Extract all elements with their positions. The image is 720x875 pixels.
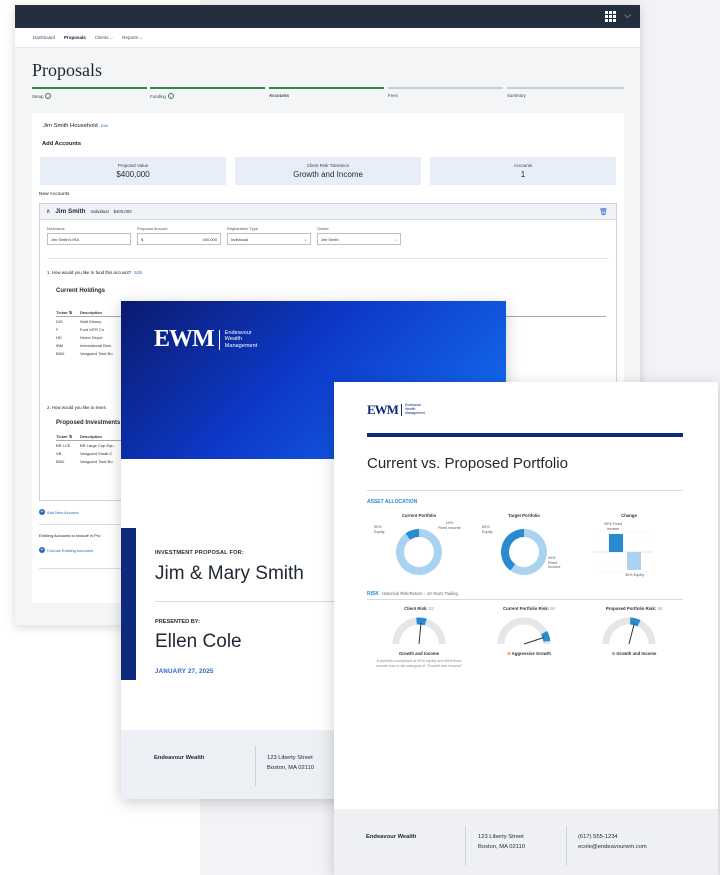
edit-household-link[interactable]: Edit: [101, 123, 108, 128]
risk-tolerance-card: Client Risk Tolerance Growth and Income: [235, 157, 421, 185]
plus-icon: +: [39, 546, 45, 553]
main-nav: Dashboard Proposals Clients ⌵ Reports ⌵: [15, 28, 640, 48]
firm-contact: (617) 555-1234 ecole@endeavourwm.com: [578, 834, 647, 850]
firm-address: 123 Liberty Street Boston, MA 02110: [267, 755, 314, 771]
new-accounts-label: New Accounts: [39, 192, 70, 197]
accounts-card: Accounts 1: [430, 157, 616, 185]
proposal-value-card: Proposal Value $400,000: [40, 157, 226, 185]
firm-address: 123 Liberty Street Boston, MA 02110: [478, 834, 525, 850]
top-bar: ⌵: [15, 5, 640, 28]
nav-clients[interactable]: Clients ⌵: [95, 35, 113, 40]
firm-name: Endeavour Wealth: [154, 755, 205, 761]
proposed-investments-heading: Proposed Investments: [56, 420, 121, 426]
proposal-amount-field[interactable]: $400,000: [137, 233, 221, 245]
divider: [47, 258, 609, 259]
plus-icon: +: [39, 508, 45, 515]
nickname-label: Nickname: [47, 226, 65, 231]
add-new-account-button[interactable]: + Add New Account: [39, 509, 79, 515]
step-fees[interactable]: Fees: [388, 87, 503, 101]
account-header[interactable]: ∧ Jim Smith Individual $400,000: [40, 204, 616, 220]
trash-icon[interactable]: 🗑: [599, 208, 608, 216]
registration-type-label: Registration Type: [227, 226, 259, 231]
gauge-needle-0: [418, 623, 422, 645]
account-amount: $400,000: [113, 209, 132, 214]
warning-icon: ⊘: [506, 651, 511, 656]
add-accounts-heading: Add Accounts: [42, 141, 82, 147]
proposal-date: JANUARY 27, 2025: [155, 668, 214, 675]
gauge-segment-0: [416, 617, 427, 626]
presenter-name: Ellen Cole: [155, 631, 242, 652]
gauge-needle-1: [523, 637, 545, 645]
page-title: Proposals: [32, 60, 103, 80]
proposed-risk-label: ⊙ Growth and Income: [611, 651, 657, 656]
step-setup[interactable]: Setup ✓: [32, 87, 147, 101]
report-footer: Endeavour Wealth 123 Liberty Street Bosto…: [334, 809, 718, 875]
account-type: Individual: [90, 209, 109, 214]
apps-grid-icon[interactable]: [605, 11, 616, 22]
chevron-down-icon: ⌵: [393, 237, 397, 242]
registration-type-select[interactable]: Individual ⌵: [227, 233, 311, 245]
gauge-segment-1: [540, 630, 551, 642]
nav-reports[interactable]: Reports ⌵: [122, 35, 142, 40]
gauge-segment-2: [629, 617, 641, 627]
client-risk-note: A portfolio comprised of 50% equity and …: [375, 659, 463, 668]
investment-for-label: INVESTMENT PROPOSAL FOR:: [155, 550, 244, 556]
check-icon: ✓: [45, 93, 52, 99]
risk-gauges: [392, 617, 656, 645]
step-summary[interactable]: Summary: [507, 87, 624, 101]
chevron-down-icon[interactable]: ⌵: [624, 10, 631, 21]
owner-label: Owner: [317, 226, 329, 231]
gauge-track-1: [497, 617, 551, 645]
account-name: Jim Smith: [55, 208, 86, 215]
nav-proposals[interactable]: Proposals: [64, 35, 86, 40]
gauge-needle-2: [628, 623, 635, 645]
gauge-track-2: [602, 617, 656, 645]
presented-by-label: PRESENTED BY:: [155, 619, 200, 625]
choose-existing-button[interactable]: + Choose Existing Accounts: [39, 547, 93, 553]
client-risk-label: Growth and Income: [398, 651, 440, 656]
check-circle-icon: ⊙: [611, 651, 616, 656]
step-funding[interactable]: Funding ✓: [150, 87, 265, 101]
chevron-down-icon: ⌵: [303, 237, 307, 242]
invest-question: 2. How would you like to inves: [47, 405, 106, 410]
step-accounts[interactable]: Accounts: [269, 87, 384, 101]
nickname-field[interactable]: Jim Smith's IRA: [47, 233, 131, 245]
proposal-amount-label: Proposal Amount: [137, 226, 168, 231]
current-risk-label: ⊘ Aggressive Growth: [506, 651, 552, 656]
portfolio-report-document: EWM Endeavour Wealth Management Current vs…: [334, 382, 718, 875]
edit-fund-link[interactable]: Edit: [134, 270, 142, 275]
nav-dashboard[interactable]: Dashboard: [33, 35, 55, 40]
client-name: Jim & Mary Smith: [155, 563, 304, 584]
ewm-logo: EWM Endeavour Wealth Management: [154, 326, 258, 352]
current-holdings-heading: Current Holdings: [56, 288, 105, 294]
chevron-up-icon[interactable]: ∧: [46, 208, 50, 215]
check-icon: ✓: [167, 93, 174, 99]
fund-question: 1. How would you like to fund this accou…: [47, 270, 142, 275]
cover-accent-stripe: [121, 528, 136, 680]
existing-accounts-label: Existing Accounts to Include in Pro: [39, 533, 101, 538]
progress-steps: Setup ✓ Funding ✓ Accounts Fees Summary: [32, 87, 624, 101]
owner-select[interactable]: Jim Smith ⌵: [317, 233, 401, 245]
firm-name: Endeavour Wealth: [366, 834, 417, 840]
household-name: Jim Smith Household Edit: [43, 123, 108, 129]
